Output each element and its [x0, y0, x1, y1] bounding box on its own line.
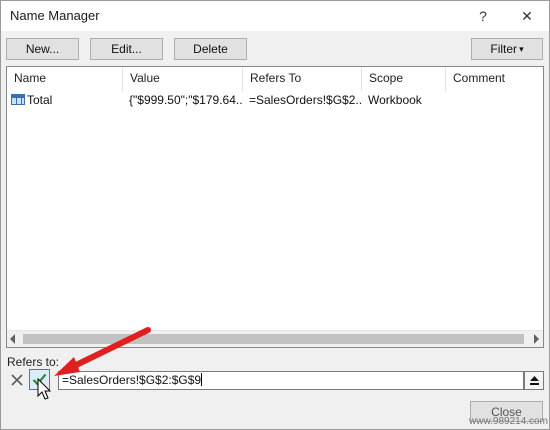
text-caret [201, 373, 203, 386]
filter-button-label: Filter [490, 42, 518, 56]
column-header-refers-to[interactable]: Refers To [243, 67, 362, 91]
scroll-left-icon[interactable] [10, 334, 15, 344]
table-row[interactable]: Total {"$999.50";"$179.64... =SalesOrder… [7, 91, 543, 109]
column-header-name[interactable]: Name [7, 67, 123, 91]
name-manager-dialog: Name Manager ? ✕ New... Edit... Delete F… [0, 0, 550, 430]
filter-button[interactable]: Filter ▾ [471, 38, 543, 60]
scroll-right-icon[interactable] [534, 334, 539, 344]
new-button-label: New... [25, 42, 60, 56]
edit-button-label: Edit... [111, 42, 142, 56]
delete-button[interactable]: Delete [174, 38, 247, 60]
new-button[interactable]: New... [6, 38, 79, 60]
refers-to-label: Refers to: [7, 355, 60, 369]
delete-button-label: Delete [193, 42, 228, 56]
row-name-cell: Total [7, 91, 123, 109]
collapse-dialog-icon[interactable] [524, 371, 544, 390]
row-comment-cell [446, 91, 543, 109]
column-header-comment[interactable]: Comment [446, 67, 543, 91]
row-value-cell: {"$999.50";"$179.64... [129, 93, 243, 107]
cancel-x-icon[interactable] [7, 370, 27, 390]
close-window-button[interactable]: ✕ [507, 1, 547, 31]
row-refers-to-cell: =SalesOrders!$G$2... [249, 93, 362, 107]
watermark-text: www.989214.com [469, 416, 548, 427]
refers-to-input[interactable]: =SalesOrders!$G$2:$G$9 [58, 371, 524, 390]
list-header: Name Value Refers To Scope Comment [7, 67, 543, 91]
title-bar: Name Manager ? ✕ [1, 1, 549, 31]
dialog-title: Name Manager [10, 8, 100, 23]
row-scope-cell: Workbook [368, 93, 422, 107]
names-list[interactable]: Name Value Refers To Scope Comment Total… [6, 66, 544, 348]
column-header-value[interactable]: Value [123, 67, 243, 91]
chevron-down-icon: ▾ [519, 43, 524, 54]
mouse-pointer-icon [37, 378, 52, 400]
scrollbar-thumb[interactable] [23, 334, 524, 344]
table-icon [11, 94, 25, 105]
refers-to-value: =SalesOrders!$G$2:$G$9 [62, 373, 202, 387]
horizontal-scrollbar[interactable] [7, 330, 543, 347]
row-name-text: Total [27, 93, 53, 107]
edit-button[interactable]: Edit... [90, 38, 163, 60]
help-button[interactable]: ? [463, 1, 503, 31]
column-header-scope[interactable]: Scope [362, 67, 446, 91]
